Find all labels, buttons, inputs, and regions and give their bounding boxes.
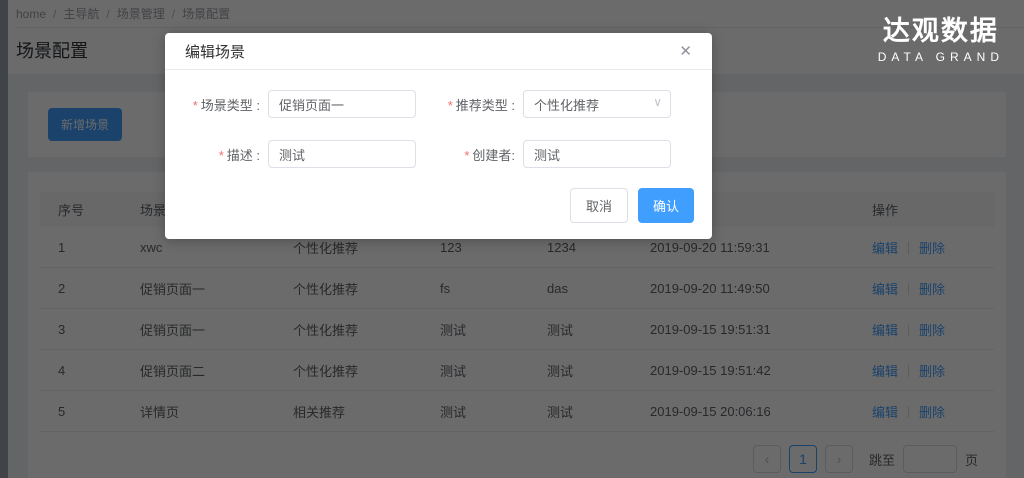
dialog-title: 编辑场景	[185, 43, 246, 61]
required-mark: *	[464, 147, 470, 163]
rec-type-label: * 推荐类型 :	[416, 95, 523, 114]
description-label: * 描述 :	[165, 145, 268, 164]
rec-type-label-text: 推荐类型 :	[455, 97, 515, 113]
dialog-body: *场景类型 : *推荐类型 : ∨ *描述 : *创建者:	[165, 70, 712, 190]
required-mark: *	[447, 97, 453, 113]
brand-logo: 达观数据 DATA GRAND	[877, 16, 1004, 64]
cancel-button[interactable]: 取消	[569, 188, 628, 223]
creator-label: * 创建者:	[416, 145, 523, 164]
description-input[interactable]	[268, 140, 416, 168]
brand-logo-en: DATA GRAND	[877, 49, 1004, 64]
dialog-header: 编辑场景 ✕	[165, 33, 712, 70]
scene-type-label: * 场景类型 :	[165, 95, 268, 114]
scene-type-input[interactable]	[268, 90, 416, 118]
form-row-1: *场景类型 : *推荐类型 : ∨	[165, 90, 712, 118]
brand-logo-cn: 达观数据	[882, 16, 999, 46]
edit-scene-dialog: 编辑场景 ✕ *场景类型 : *推荐类型 : ∨ *描述 : *创建者: 取消 …	[165, 33, 712, 239]
required-mark: *	[192, 97, 198, 113]
description-label-text: 描述 :	[226, 147, 260, 163]
required-mark: *	[218, 147, 224, 163]
form-row-2: *描述 : *创建者:	[165, 140, 712, 168]
rec-type-select-value[interactable]	[523, 90, 671, 118]
dialog-footer: 取消 确认	[165, 188, 712, 239]
collapsed-sidebar	[0, 0, 8, 478]
scene-type-label-text: 场景类型 :	[200, 97, 260, 113]
close-icon[interactable]: ✕	[679, 44, 692, 59]
confirm-button[interactable]: 确认	[637, 188, 694, 223]
creator-label-text: 创建者:	[472, 147, 515, 163]
rec-type-select[interactable]: ∨	[523, 90, 671, 118]
creator-input[interactable]	[523, 140, 671, 168]
